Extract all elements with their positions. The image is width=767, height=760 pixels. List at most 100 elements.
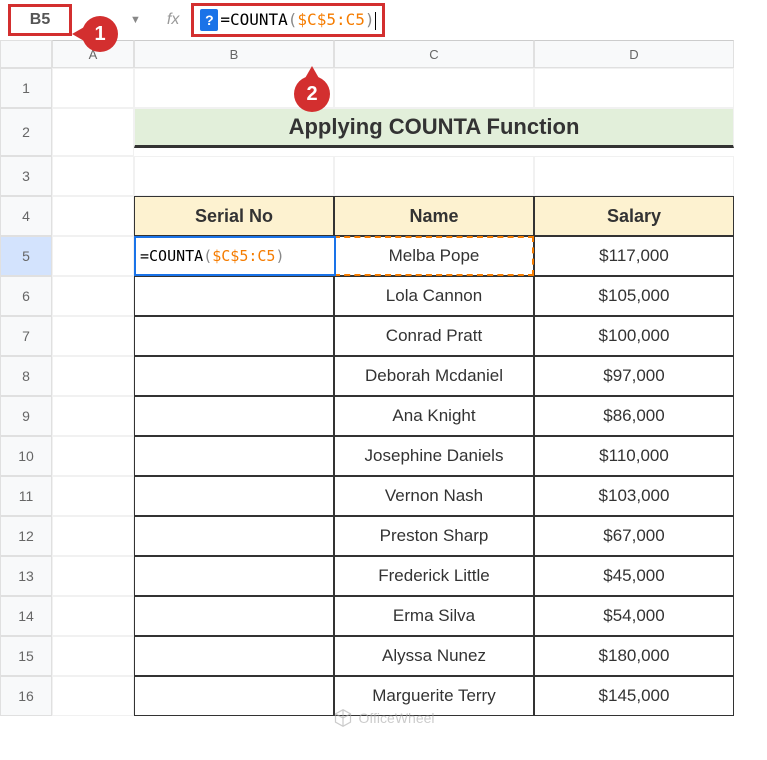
cell-formula-close: ) (275, 247, 284, 265)
cell-a16[interactable] (52, 676, 134, 716)
formula-equals: = (220, 10, 230, 29)
cell-d16[interactable]: $145,000 (534, 676, 734, 716)
cell-a7[interactable] (52, 316, 134, 356)
cell-c11[interactable]: Vernon Nash (334, 476, 534, 516)
row-header-10[interactable]: 10 (0, 436, 52, 476)
cell-b14[interactable] (134, 596, 334, 636)
formula-close-paren: ) (365, 10, 375, 29)
cell-b15[interactable] (134, 636, 334, 676)
row-header-16[interactable]: 16 (0, 676, 52, 716)
cell-b16[interactable] (134, 676, 334, 716)
header-name[interactable]: Name (334, 196, 534, 236)
cell-b13[interactable] (134, 556, 334, 596)
formula-open-paren: ( (288, 10, 298, 29)
cell-d6[interactable]: $105,000 (534, 276, 734, 316)
row-header-1[interactable]: 1 (0, 68, 52, 108)
cell-d3[interactable] (534, 156, 734, 196)
cell-c3[interactable] (334, 156, 534, 196)
row-header-8[interactable]: 8 (0, 356, 52, 396)
row-header-2[interactable]: 2 (0, 108, 52, 156)
cell-c9[interactable]: Ana Knight (334, 396, 534, 436)
title-cell[interactable]: Applying COUNTA Function (134, 108, 734, 148)
cell-b8[interactable] (134, 356, 334, 396)
cell-a10[interactable] (52, 436, 134, 476)
cell-d5[interactable]: $117,000 (534, 236, 734, 276)
cell-formula-open: ( (203, 247, 212, 265)
row-header-14[interactable]: 14 (0, 596, 52, 636)
cell-c6[interactable]: Lola Cannon (334, 276, 534, 316)
cell-a5[interactable] (52, 236, 134, 276)
cell-a3[interactable] (52, 156, 134, 196)
cell-d7[interactable]: $100,000 (534, 316, 734, 356)
header-salary[interactable]: Salary (534, 196, 734, 236)
formula-bar[interactable]: ? =COUNTA($C$5:C5) (191, 3, 384, 37)
cell-d11[interactable]: $103,000 (534, 476, 734, 516)
cell-b10[interactable] (134, 436, 334, 476)
row-header-6[interactable]: 6 (0, 276, 52, 316)
cell-c12[interactable]: Preston Sharp (334, 516, 534, 556)
cell-a1[interactable] (52, 68, 134, 108)
name-box[interactable]: B5 (8, 4, 72, 36)
cell-d14[interactable]: $54,000 (534, 596, 734, 636)
cell-b7[interactable] (134, 316, 334, 356)
cell-d15[interactable]: $180,000 (534, 636, 734, 676)
formula-function: COUNTA (230, 10, 288, 29)
col-header-b[interactable]: B (134, 40, 334, 68)
formula-range-ref: $C$5:C5 (297, 10, 364, 29)
select-all-corner[interactable] (0, 40, 52, 68)
cell-b6[interactable] (134, 276, 334, 316)
col-header-d[interactable]: D (534, 40, 734, 68)
row-header-3[interactable]: 3 (0, 156, 52, 196)
cell-a14[interactable] (52, 596, 134, 636)
callout-2: 2 (294, 76, 330, 112)
cell-a6[interactable] (52, 276, 134, 316)
cell-a11[interactable] (52, 476, 134, 516)
cell-b9[interactable] (134, 396, 334, 436)
cell-a13[interactable] (52, 556, 134, 596)
row-header-4[interactable]: 4 (0, 196, 52, 236)
row-header-7[interactable]: 7 (0, 316, 52, 356)
cell-b3[interactable] (134, 156, 334, 196)
cell-a2[interactable] (52, 108, 134, 156)
cell-d10[interactable]: $110,000 (534, 436, 734, 476)
cell-b11[interactable] (134, 476, 334, 516)
row-header-15[interactable]: 15 (0, 636, 52, 676)
header-serial[interactable]: Serial No (134, 196, 334, 236)
col-header-c[interactable]: C (334, 40, 534, 68)
row-header-9[interactable]: 9 (0, 396, 52, 436)
cell-a15[interactable] (52, 636, 134, 676)
cell-formula-ref: $C$5:C5 (212, 247, 275, 265)
cell-c7[interactable]: Conrad Pratt (334, 316, 534, 356)
cell-d1[interactable] (534, 68, 734, 108)
spreadsheet-grid: A B C D 1 2 Applying COUNTA Function 3 4… (0, 40, 767, 716)
cell-c5[interactable]: Melba Pope (334, 236, 534, 276)
row-header-11[interactable]: 11 (0, 476, 52, 516)
cell-a8[interactable] (52, 356, 134, 396)
cell-c14[interactable]: Erma Silva (334, 596, 534, 636)
cell-b5-editing[interactable]: =COUNTA($C$5:C5) (134, 236, 336, 276)
name-box-dropdown-icon[interactable]: ▼ (130, 14, 141, 26)
watermark-cube-icon (333, 708, 353, 728)
cell-a4[interactable] (52, 196, 134, 236)
cell-a9[interactable] (52, 396, 134, 436)
row-header-13[interactable]: 13 (0, 556, 52, 596)
formula-text[interactable]: =COUNTA($C$5:C5) (220, 10, 375, 30)
cell-c15[interactable]: Alyssa Nunez (334, 636, 534, 676)
cell-c1[interactable] (334, 68, 534, 108)
cell-a12[interactable] (52, 516, 134, 556)
cell-c10[interactable]: Josephine Daniels (334, 436, 534, 476)
cell-d9[interactable]: $86,000 (534, 396, 734, 436)
cell-d12[interactable]: $67,000 (534, 516, 734, 556)
cell-c8[interactable]: Deborah Mcdaniel (334, 356, 534, 396)
watermark: OfficeWheel (333, 708, 435, 728)
row-header-5[interactable]: 5 (0, 236, 52, 276)
cell-c13[interactable]: Frederick Little (334, 556, 534, 596)
cell-d8[interactable]: $97,000 (534, 356, 734, 396)
watermark-text: OfficeWheel (359, 710, 435, 726)
row-header-12[interactable]: 12 (0, 516, 52, 556)
text-cursor (375, 12, 376, 30)
formula-help-icon[interactable]: ? (200, 9, 218, 31)
cell-d13[interactable]: $45,000 (534, 556, 734, 596)
cell-formula-eq: = (140, 247, 149, 265)
cell-b12[interactable] (134, 516, 334, 556)
